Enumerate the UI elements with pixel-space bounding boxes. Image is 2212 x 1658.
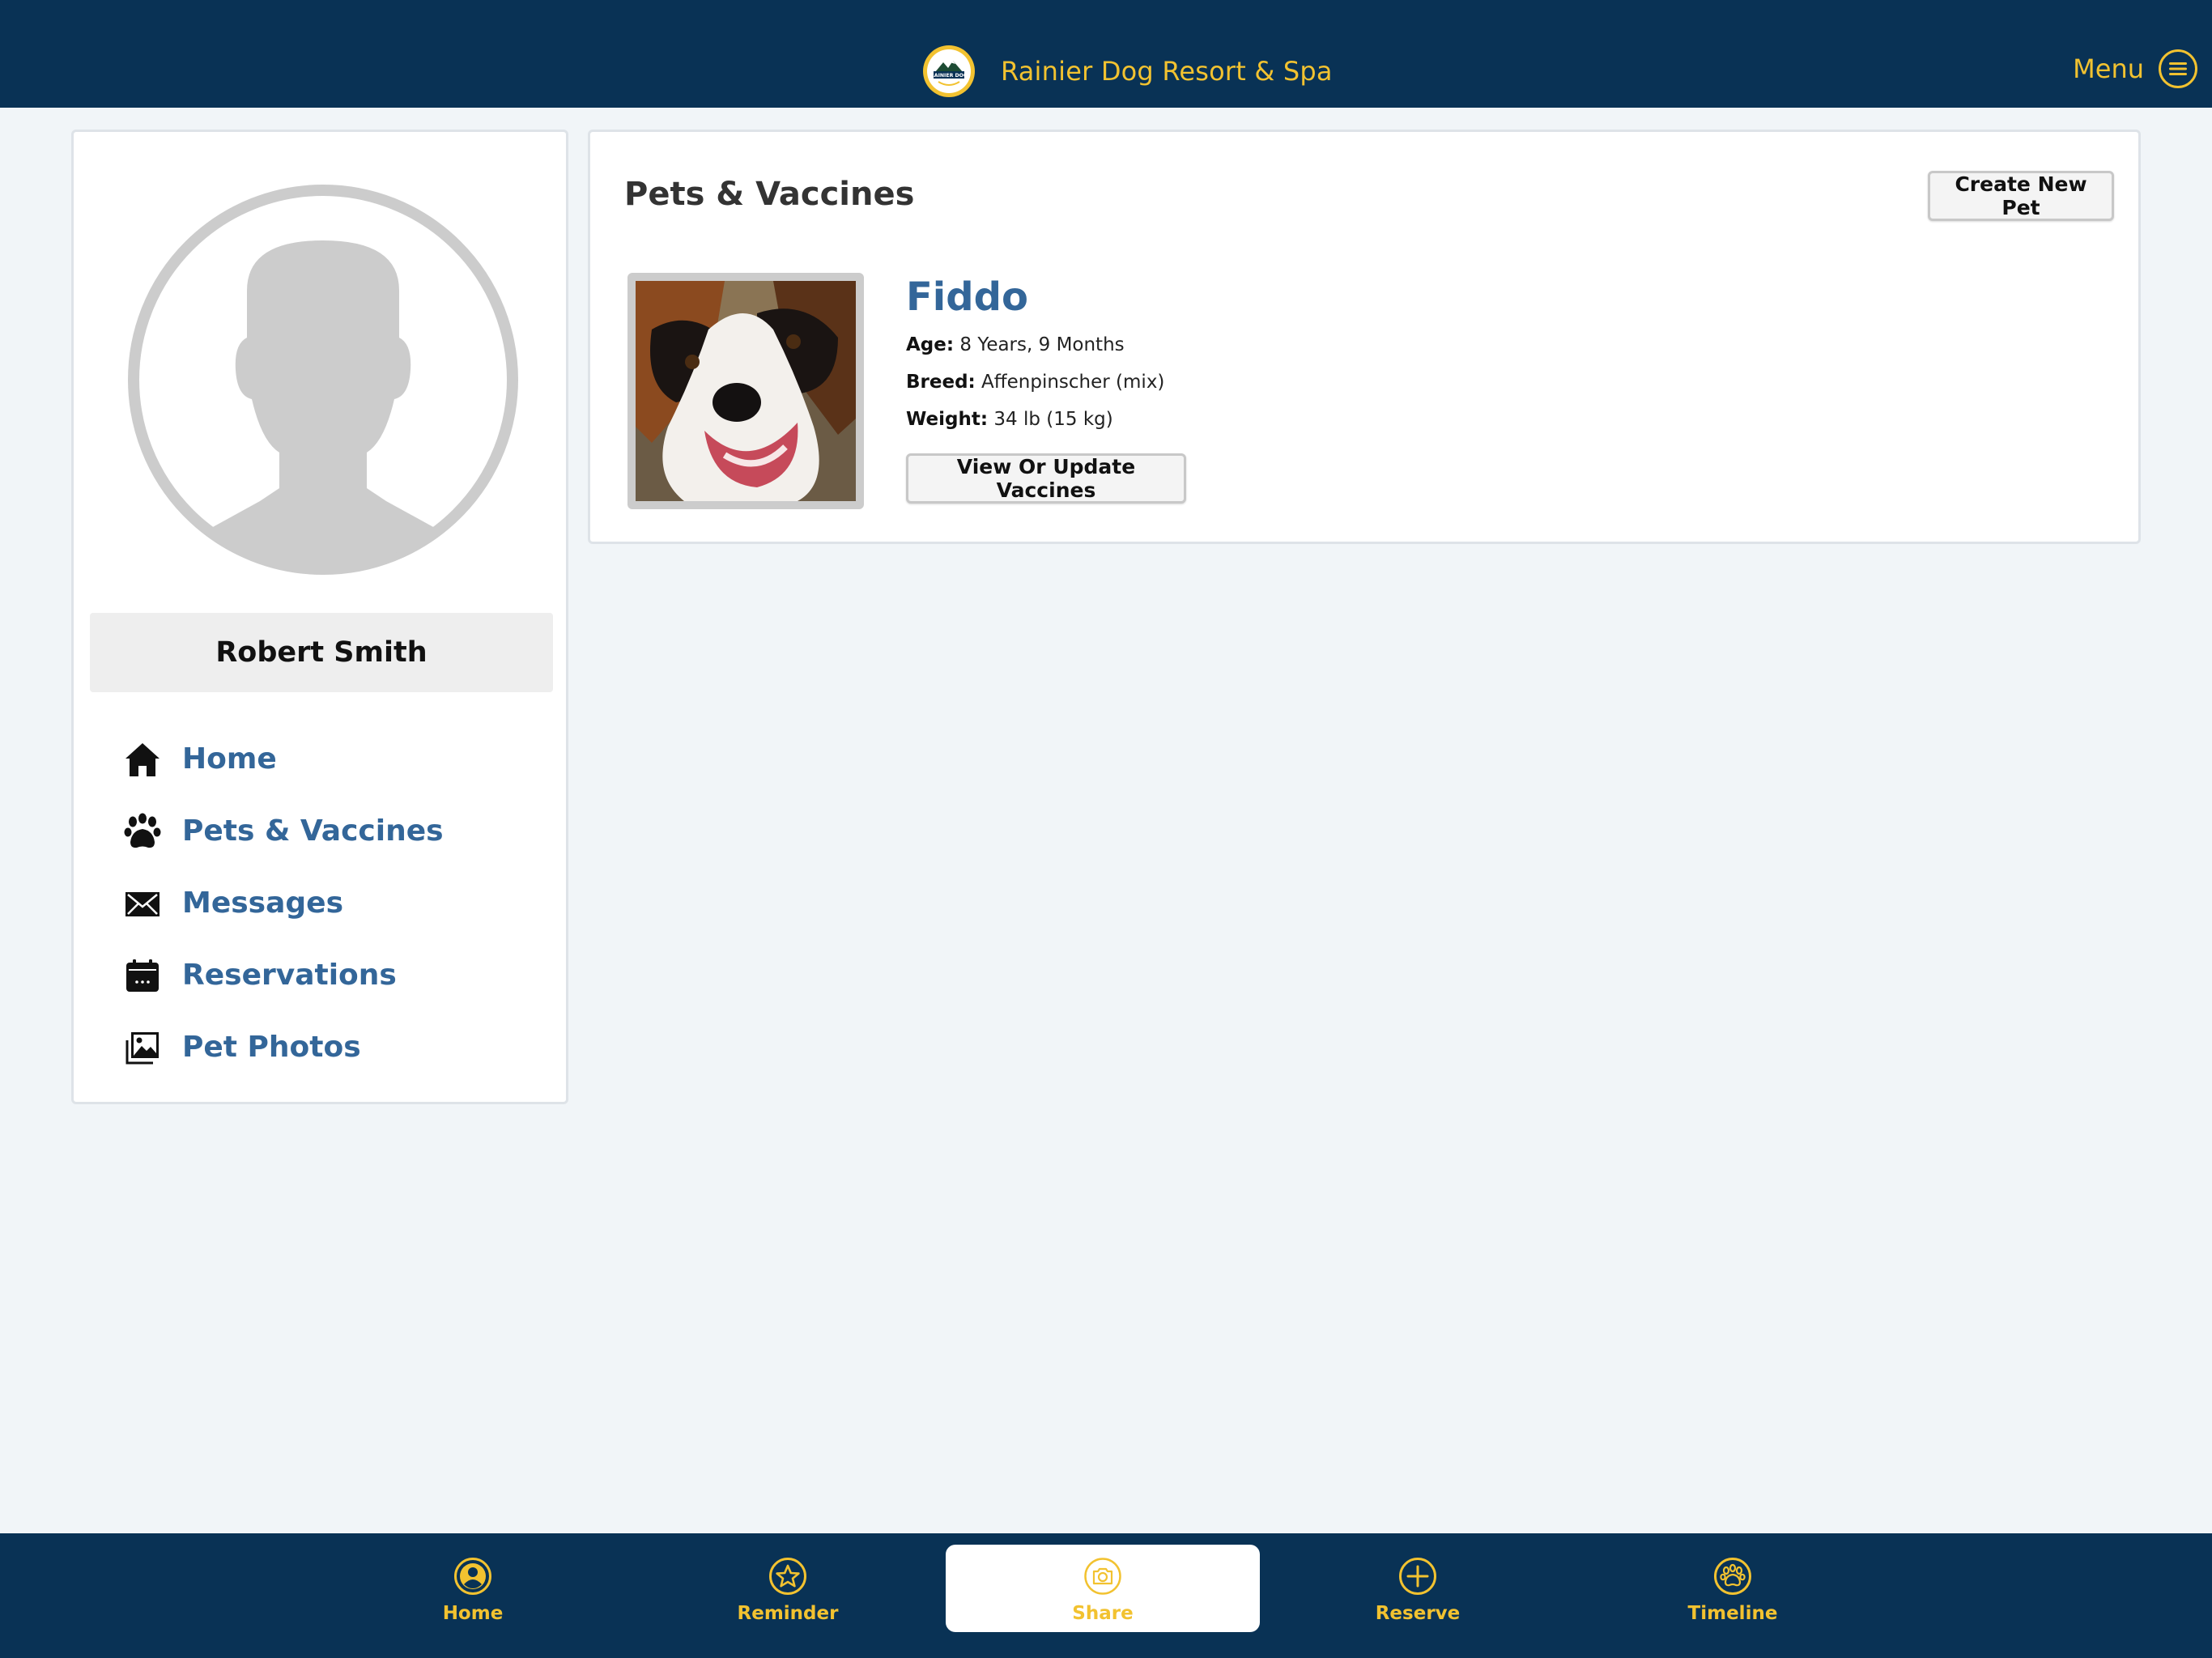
home-icon bbox=[122, 739, 163, 780]
sidebar-item-label: Pet Photos bbox=[182, 1031, 361, 1064]
hamburger-icon bbox=[2159, 49, 2197, 88]
pet-breed-value: Affenpinscher (mix) bbox=[981, 372, 1165, 393]
menu-label: Menu bbox=[2073, 53, 2144, 84]
tab-label: Share bbox=[1072, 1603, 1134, 1624]
pet-weight: Weight: 34 lb (15 kg) bbox=[906, 409, 1113, 430]
top-header: RAINIER DOG Rainier Dog Resort & Spa Men… bbox=[0, 0, 2212, 108]
logo-text: RAINIER DOG bbox=[930, 73, 968, 79]
sidebar-item-label: Messages bbox=[182, 886, 344, 920]
sidebar-nav: Home Pets & Vaccines Messages Reservatio… bbox=[122, 723, 543, 1083]
pet-breed: Breed: Affenpinscher (mix) bbox=[906, 372, 1164, 393]
resort-logo: RAINIER DOG bbox=[923, 45, 975, 97]
tab-share[interactable]: Share bbox=[946, 1545, 1260, 1632]
sidebar-item-label: Pets & Vaccines bbox=[182, 814, 444, 848]
camera-icon bbox=[1083, 1556, 1123, 1596]
envelope-icon bbox=[122, 883, 163, 924]
paw-icon bbox=[122, 811, 163, 852]
pet-age-label: Age: bbox=[906, 334, 955, 355]
paw-circle-icon bbox=[1712, 1556, 1753, 1596]
star-icon bbox=[768, 1556, 808, 1596]
user-circle-icon bbox=[453, 1556, 493, 1596]
plus-circle-icon bbox=[1397, 1556, 1438, 1596]
page-title: Pets & Vaccines bbox=[624, 176, 915, 213]
tab-timeline[interactable]: Timeline bbox=[1576, 1545, 1890, 1632]
pet-weight-label: Weight: bbox=[906, 409, 989, 430]
sidebar-item-reservations[interactable]: Reservations bbox=[122, 939, 543, 1011]
app-title: Rainier Dog Resort & Spa bbox=[1001, 56, 1333, 87]
pet-age: Age: 8 Years, 9 Months bbox=[906, 334, 1125, 355]
pet-photo[interactable] bbox=[627, 273, 864, 509]
dog-photo-image bbox=[636, 281, 856, 501]
menu-button[interactable]: Menu bbox=[2073, 47, 2197, 91]
tab-label: Home bbox=[442, 1603, 504, 1624]
avatar[interactable] bbox=[127, 184, 519, 576]
tab-label: Reserve bbox=[1375, 1603, 1461, 1624]
logo-mark: RAINIER DOG bbox=[930, 61, 968, 86]
tab-home[interactable]: Home bbox=[316, 1545, 630, 1632]
calendar-icon bbox=[122, 955, 163, 996]
bottom-tab-bar: Home Reminder Share Reserve Timeline bbox=[0, 1533, 2212, 1658]
photos-icon bbox=[122, 1027, 163, 1068]
profile-sidebar: Robert Smith Home Pets & Vaccines Messag… bbox=[71, 130, 568, 1104]
profile-name: Robert Smith bbox=[215, 636, 428, 669]
tab-label: Timeline bbox=[1687, 1603, 1778, 1624]
sidebar-item-messages[interactable]: Messages bbox=[122, 867, 543, 939]
avatar-placeholder-icon bbox=[128, 185, 518, 575]
pet-weight-value: 34 lb (15 kg) bbox=[993, 409, 1113, 430]
create-new-pet-button[interactable]: Create New Pet bbox=[1928, 171, 2114, 221]
pet-age-value: 8 Years, 9 Months bbox=[959, 334, 1125, 355]
profile-name-box: Robert Smith bbox=[90, 613, 553, 692]
sidebar-item-pet-photos[interactable]: Pet Photos bbox=[122, 1011, 543, 1083]
view-update-vaccines-button[interactable]: View Or Update Vaccines bbox=[906, 453, 1186, 504]
sidebar-item-label: Home bbox=[182, 742, 277, 776]
tab-reserve[interactable]: Reserve bbox=[1261, 1545, 1575, 1632]
sidebar-item-home[interactable]: Home bbox=[122, 723, 543, 795]
brand[interactable]: RAINIER DOG Rainier Dog Resort & Spa bbox=[923, 45, 1333, 97]
sidebar-item-pets-vaccines[interactable]: Pets & Vaccines bbox=[122, 795, 543, 867]
pet-name[interactable]: Fiddo bbox=[906, 274, 1028, 320]
pets-vaccines-panel: Pets & Vaccines Create New Pet Fiddo Age… bbox=[588, 130, 2141, 544]
tab-reminder[interactable]: Reminder bbox=[631, 1545, 945, 1632]
tab-label: Reminder bbox=[737, 1603, 839, 1624]
sidebar-item-label: Reservations bbox=[182, 959, 397, 992]
pet-breed-label: Breed: bbox=[906, 372, 976, 393]
